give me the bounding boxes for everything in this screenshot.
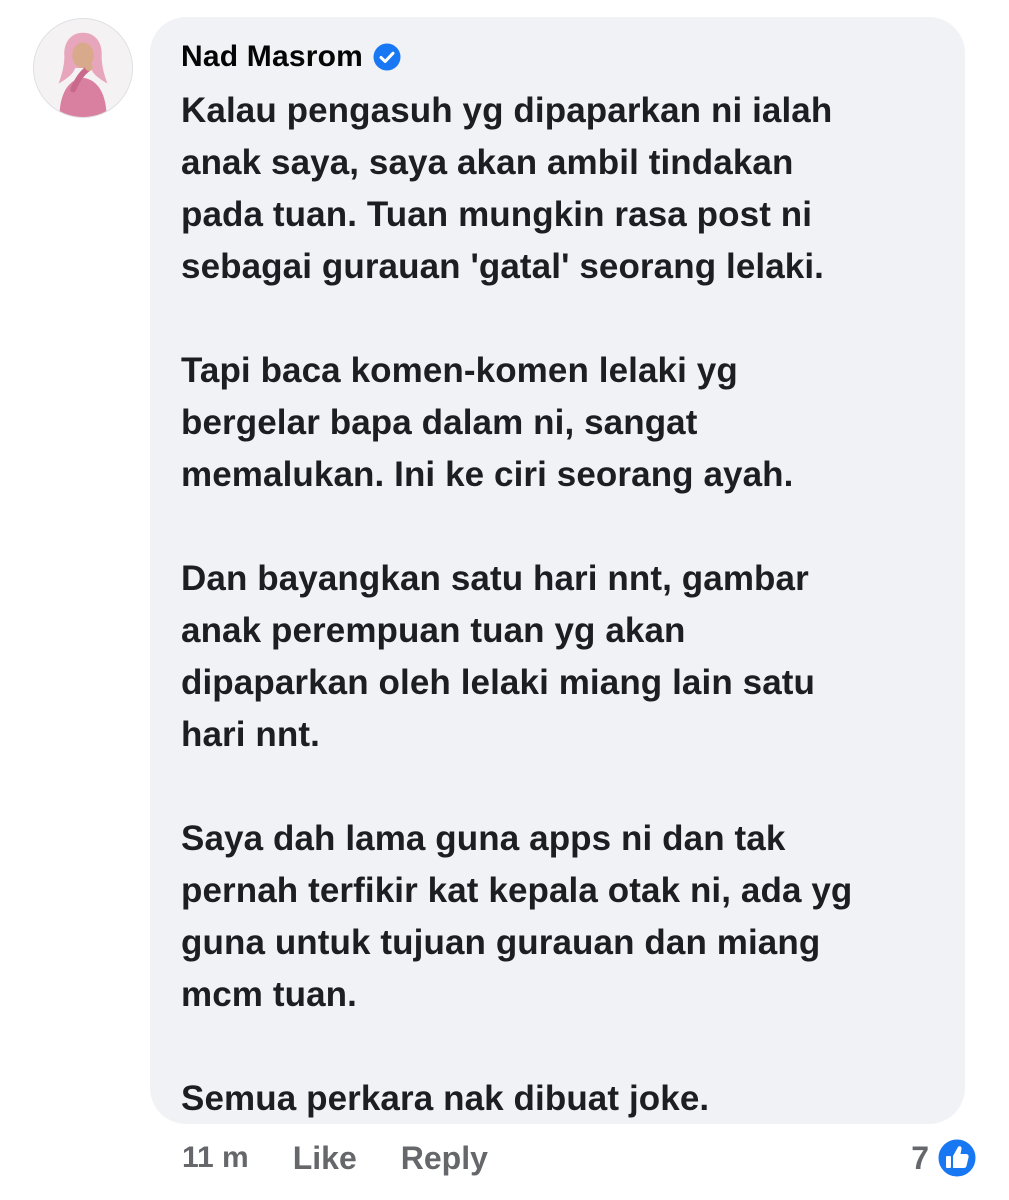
- comment-paragraph: Dan bayangkan satu hari nnt, gambar anak…: [181, 559, 815, 754]
- reply-button[interactable]: Reply: [401, 1140, 488, 1177]
- reaction-count: 7: [911, 1139, 929, 1176]
- comment-paragraph: Saya dah lama guna apps ni dan tak perna…: [181, 819, 853, 1014]
- like-reaction-icon: [935, 1136, 979, 1180]
- comment-paragraph: Semua perkara nak dibuat joke.: [181, 1079, 710, 1118]
- comment-bubble: Nad Masrom Kalau pengasuh yg dipaparkan …: [150, 17, 965, 1124]
- reaction-summary[interactable]: 7: [911, 1135, 979, 1181]
- comment-paragraph: Tapi baca komen-komen lelaki yg bergelar…: [181, 351, 794, 494]
- comment-screen: Nad Masrom Kalau pengasuh yg dipaparkan …: [0, 0, 1009, 1200]
- avatar-photo: [34, 19, 132, 117]
- comment-text: Kalau pengasuh yg dipaparkan ni ialah an…: [181, 85, 951, 1125]
- avatar[interactable]: [33, 18, 133, 118]
- comment-paragraph: Kalau pengasuh yg dipaparkan ni ialah an…: [181, 91, 833, 286]
- verified-badge-icon: [372, 42, 402, 72]
- author-row: Nad Masrom: [181, 37, 402, 77]
- author-name[interactable]: Nad Masrom: [181, 40, 363, 74]
- like-button[interactable]: Like: [293, 1140, 357, 1177]
- comment-actions: 11 m Like Reply: [182, 1136, 488, 1180]
- comment-timestamp[interactable]: 11 m: [182, 1141, 249, 1175]
